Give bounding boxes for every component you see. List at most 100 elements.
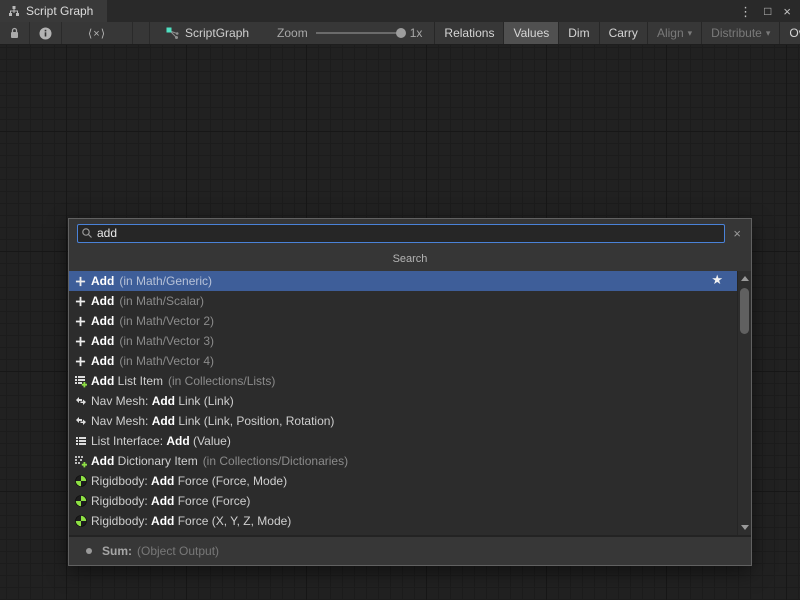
graph-hierarchy-icon	[8, 5, 20, 17]
result-rows: Add(in Math/Generic) ★ Add(in Math/Scalar)…	[69, 271, 737, 531]
scroll-down-arrow-icon[interactable]	[738, 521, 751, 534]
result-list: Add(in Math/Generic) ★ Add(in Math/Scalar)…	[69, 271, 751, 535]
star-icon[interactable]: ★	[711, 272, 723, 288]
finder-footer: Sum: (Object Output)	[69, 535, 751, 565]
list-item-label: Nav Mesh: Add Link (Link, Position, Rota…	[91, 414, 334, 428]
tab-script-graph[interactable]: Script Graph	[0, 0, 107, 22]
list-item-category: (in Collections/Dictionaries)	[203, 454, 348, 468]
toolbar-button-label: Dim	[568, 26, 589, 40]
toolbar-button-label: Values	[513, 26, 549, 40]
graph-canvas[interactable]: × Search Add(in Math/Generic)★Add(in Mat…	[0, 45, 800, 600]
rigidbody-icon	[74, 475, 87, 488]
navmesh-icon	[74, 415, 87, 428]
search-input[interactable]	[77, 224, 725, 243]
list-item-label: Add List Item(in Collections/Lists)	[91, 374, 275, 388]
list-item[interactable]: Rigidbody: Add Force (Force, Mode)	[69, 471, 737, 491]
lock-button[interactable]	[0, 22, 30, 44]
scriptgraph-label: ScriptGraph	[185, 26, 249, 40]
dict-add-icon	[74, 455, 87, 468]
list-item[interactable]: Nav Mesh: Add Link (Link, Position, Rota…	[69, 411, 737, 431]
list-item[interactable]: Add(in Math/Vector 2)	[69, 311, 737, 331]
list-item-label: Rigidbody: Add Force (Force)	[91, 494, 250, 508]
zoom-slider-handle[interactable]	[396, 28, 406, 38]
toolbar-button-values[interactable]: Values	[503, 22, 558, 44]
footer-port-name: Sum:	[102, 544, 132, 558]
toolbar-button-distribute[interactable]: Distribute ▾	[701, 22, 779, 44]
scrollbar[interactable]	[737, 271, 751, 535]
list-item-category: (in Math/Scalar)	[119, 294, 204, 308]
list-item-label: Rigidbody: Add Force (Force, Mode)	[91, 474, 287, 488]
search-bar: ×	[69, 219, 751, 247]
list-item-category: (in Math/Vector 2)	[119, 314, 214, 328]
chevron-down-icon: ▾	[688, 28, 693, 39]
list-item[interactable]: Add(in Math/Scalar)	[69, 291, 737, 311]
info-icon	[39, 27, 52, 40]
window-titlebar: Script Graph ⋮ □ ×	[0, 0, 800, 22]
list-icon	[74, 435, 87, 448]
list-add-icon	[74, 375, 87, 388]
plus-icon	[74, 295, 87, 308]
list-item-label: Add(in Math/Scalar)	[91, 294, 204, 308]
list-item[interactable]: Add(in Math/Generic) ★	[69, 271, 737, 291]
close-icon[interactable]: ×	[783, 5, 791, 18]
scroll-up-arrow-icon[interactable]	[738, 272, 751, 285]
toolbar-button-relations[interactable]: Relations	[434, 22, 503, 44]
toolbar-button-label: Carry	[609, 26, 638, 40]
list-item-label: Add(in Math/Generic)	[91, 274, 212, 288]
finder-header: Search	[69, 247, 751, 271]
info-button[interactable]	[30, 22, 62, 44]
list-item[interactable]: Nav Mesh: Add Link (Link)	[69, 391, 737, 411]
toolbar-button-dim[interactable]: Dim	[558, 22, 598, 44]
zoom-slider[interactable]	[316, 32, 402, 34]
code-view-button[interactable]: ⟨×⟩	[62, 22, 133, 44]
plus-icon	[74, 335, 87, 348]
zoom-label: Zoom	[277, 26, 308, 40]
zoom-control: Zoom 1x	[259, 22, 434, 44]
finder-header-label: Search	[393, 253, 428, 265]
lock-icon	[9, 27, 20, 39]
window-menu-icon[interactable]: ⋮	[739, 5, 752, 18]
navmesh-icon	[74, 395, 87, 408]
list-item[interactable]: Add(in Math/Vector 4)	[69, 351, 737, 371]
rigidbody-icon	[74, 495, 87, 508]
list-item[interactable]: Add(in Math/Vector 3)	[69, 331, 737, 351]
maximize-icon[interactable]: □	[764, 5, 771, 17]
toolbar-buttons: Relations Values Dim Carry Align ▾ Distribute ▾…	[434, 22, 800, 44]
list-item[interactable]: Rigidbody: Add Force (Force)	[69, 491, 737, 511]
list-item-label: Add(in Math/Vector 2)	[91, 314, 214, 328]
tab-label: Script Graph	[26, 4, 93, 18]
list-item[interactable]: Rigidbody: Add Force (X, Y, Z, Mode)	[69, 511, 737, 531]
toolbar-button-label: Align	[657, 26, 684, 40]
clear-search-icon[interactable]: ×	[731, 227, 743, 240]
plus-icon	[74, 355, 87, 368]
graph-toolbar: ⟨×⟩ ScriptGraph Zoom 1x Relations Values D…	[0, 22, 800, 45]
list-item[interactable]: Add Dictionary Item(in Collections/Dicti…	[69, 451, 737, 471]
graph-breadcrumb[interactable]: ScriptGraph	[149, 22, 259, 44]
list-item-category: (in Math/Generic)	[119, 274, 212, 288]
chevron-down-icon: ▾	[766, 28, 771, 39]
list-item-label: Add Dictionary Item(in Collections/Dicti…	[91, 454, 348, 468]
list-item-category: (in Math/Vector 3)	[119, 334, 214, 348]
code-icon: ⟨×⟩	[88, 27, 106, 40]
list-item-label: Add(in Math/Vector 3)	[91, 334, 214, 348]
plus-icon	[74, 315, 87, 328]
list-item[interactable]: List Interface: Add (Value)	[69, 431, 737, 451]
toolbar-button-carry[interactable]: Carry	[599, 22, 647, 44]
scrollbar-thumb[interactable]	[740, 288, 749, 334]
zoom-value: 1x	[410, 26, 423, 40]
search-box	[77, 224, 725, 243]
scriptgraph-icon	[166, 27, 179, 40]
list-item-category: (in Collections/Lists)	[168, 374, 275, 388]
list-item-category: (in Math/Vector 4)	[119, 354, 214, 368]
list-item-label: List Interface: Add (Value)	[91, 434, 231, 448]
bullet-icon	[86, 548, 92, 554]
toolbar-button-overview[interactable]: Overview	[779, 22, 800, 44]
fuzzy-finder-window: × Search Add(in Math/Generic)★Add(in Mat…	[68, 218, 752, 566]
list-item[interactable]: Add List Item(in Collections/Lists)	[69, 371, 737, 391]
search-icon	[81, 227, 93, 239]
toolbar-button-label: Relations	[444, 26, 494, 40]
footer-port-type: (Object Output)	[137, 544, 219, 558]
list-item-label: Add(in Math/Vector 4)	[91, 354, 214, 368]
toolbar-button-align[interactable]: Align ▾	[647, 22, 701, 44]
toolbar-button-label: Distribute	[711, 26, 762, 40]
